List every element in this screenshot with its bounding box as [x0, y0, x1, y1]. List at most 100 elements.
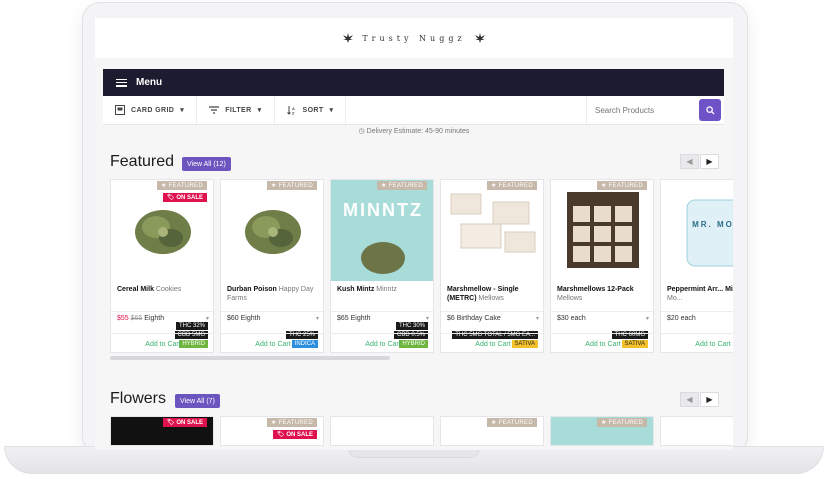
flowers-view-all-button[interactable]: View All (7) — [175, 394, 220, 408]
product-image[interactable] — [221, 180, 323, 281]
toolbar: CARD GRID ▾ FILTER ▾ AZ SORT ▾ — [103, 96, 724, 125]
star-icon: ★ — [271, 183, 279, 189]
product-card[interactable] — [330, 416, 434, 446]
prev-arrow-button[interactable]: ◀ — [680, 392, 699, 407]
next-arrow-button[interactable]: ▶ — [700, 392, 719, 407]
product-card[interactable]: 🏷 ON SALE — [110, 416, 214, 446]
product-card[interactable]: ★ FEATURED — [550, 416, 654, 446]
star-icon: ★ — [271, 420, 279, 426]
chevron-down-icon: ▾ — [180, 107, 185, 114]
product-card[interactable] — [660, 416, 733, 446]
add-to-cart-button[interactable]: Add to Cart — [221, 333, 323, 352]
unit-label: Birthday Cake — [456, 315, 501, 322]
site-logo[interactable]: Trusty Nuggz — [362, 34, 465, 43]
featured-badge: ★ FEATURED — [487, 418, 537, 427]
chevron-down-icon[interactable]: ▾ — [316, 315, 319, 322]
menu-bar[interactable]: Menu — [103, 69, 724, 96]
chevron-down-icon: ▾ — [257, 107, 262, 114]
price-group: $60 Eighth — [227, 315, 261, 322]
add-to-cart-button[interactable]: Add to Cart — [331, 333, 433, 352]
product-card[interactable]: ★ FEATURED THC 5MG TOTAL / 5MG EA... SATIV… — [440, 179, 544, 353]
prev-arrow-button[interactable]: ◀ — [680, 154, 699, 169]
unit-label: Eighth — [350, 315, 371, 322]
chevron-down-icon[interactable]: ▾ — [536, 315, 539, 322]
product-card[interactable]: ★ FEATURED THC 25% INDICA Durban Poison Hap… — [220, 179, 324, 353]
product-brand: Cookies — [155, 286, 182, 293]
star-icon: ★ — [161, 183, 169, 189]
chevron-down-icon: ▾ — [329, 107, 334, 114]
unit-label: each — [570, 315, 586, 322]
price: $30 — [557, 315, 569, 322]
price-selector[interactable]: $65 Eighth ▾ — [337, 315, 429, 322]
card-divider — [111, 311, 213, 312]
product-name[interactable]: Kush Mintz Minntz — [337, 285, 431, 294]
cannabis-leaf-icon — [474, 33, 485, 43]
hamburger-icon[interactable] — [116, 78, 127, 87]
featured-badge-label: FEATURED — [168, 183, 203, 189]
price-group: $55 $65 Eighth — [117, 315, 164, 322]
featured-view-all-button[interactable]: View All (12) — [182, 157, 231, 171]
star-icon: ★ — [491, 183, 499, 189]
product-name[interactable]: Durban Poison Happy Day Farms — [227, 285, 321, 303]
product-image[interactable] — [441, 180, 543, 281]
product-card[interactable]: ★ FEATURED — [440, 416, 544, 446]
featured-badge: ★ FEATURED — [157, 181, 207, 190]
product-name[interactable]: Peppermint Arr... Mints Mr. Mo... — [667, 285, 733, 303]
menu-label[interactable]: Menu — [136, 77, 162, 88]
filter-label: FILTER — [225, 106, 252, 114]
price-selector[interactable]: $6 Birthday Cake ▾ — [447, 315, 539, 322]
search-box — [586, 96, 724, 124]
product-card[interactable]: ★ FEATURED 🏷 ON SALE THC 32% CBD 5MG HYBRID C… — [110, 179, 214, 353]
filter-icon — [209, 106, 220, 114]
card-divider — [331, 311, 433, 312]
brand-logo-image: MR. MO — [692, 220, 733, 229]
unit-label: Eighth — [240, 315, 261, 322]
star-icon: ★ — [491, 420, 499, 426]
featured-badge: ★ FEATURED — [267, 418, 317, 427]
product-title[interactable]: Marshmellows 12-Pack — [557, 286, 634, 293]
potency-chip: THC 30% — [395, 322, 428, 330]
price: $6 — [447, 315, 455, 322]
product-title[interactable]: Kush Mintz — [337, 286, 374, 293]
price-selector[interactable]: $55 $65 Eighth ▾ — [117, 315, 209, 322]
add-to-cart-button[interactable]: Add to Cart — [551, 333, 653, 352]
unit-label: Eighth — [144, 315, 165, 322]
chevron-down-icon[interactable]: ▾ — [646, 315, 649, 322]
search-button[interactable] — [699, 99, 721, 121]
filter-dropdown[interactable]: FILTER ▾ — [197, 96, 275, 124]
product-card[interactable]: ★ FEATURED THC 60MG SATIVA Marshmellows 12-… — [550, 179, 654, 353]
chevron-down-icon[interactable]: ▾ — [426, 315, 429, 322]
product-title[interactable]: Cereal Milk — [117, 286, 154, 293]
product-card[interactable]: MINNTZ ★ FEATURED THC 30% CBD 0.5% HYBRID Kus… — [330, 179, 434, 353]
product-image[interactable] — [551, 180, 653, 281]
price-selector[interactable]: $30 each ▾ — [557, 315, 649, 322]
on-sale-badge: 🏷 ON SALE — [163, 418, 207, 427]
product-card[interactable]: ★ FEATURED 🏷 ON SALE — [220, 416, 324, 446]
product-title[interactable]: Peppermint Arr... Mints — [667, 286, 733, 293]
product-card[interactable]: MR. MO Peppermint Arr... Mints Mr. Mo... $… — [660, 179, 733, 353]
product-name[interactable]: Cereal Milk Cookies — [117, 285, 211, 294]
original-price: $65 — [130, 315, 143, 322]
sort-label: SORT — [302, 106, 324, 114]
sort-dropdown[interactable]: AZ SORT ▾ — [275, 96, 347, 124]
add-to-cart-button[interactable]: Add to Cart — [111, 333, 213, 352]
price: $20 — [667, 315, 679, 322]
flowers-carousel-arrows: ◀ ▶ — [680, 392, 719, 407]
search-input[interactable] — [587, 99, 699, 121]
cannabis-leaf-icon — [343, 33, 354, 43]
product-title[interactable]: Durban Poison — [227, 286, 277, 293]
add-to-cart-button[interactable]: Add to Cart — [661, 333, 733, 352]
carousel-scrollbar[interactable] — [110, 356, 390, 360]
add-to-cart-button[interactable]: Add to Cart — [441, 333, 543, 352]
product-name[interactable]: Marshmellow - Single (METRC) Mellows — [447, 285, 541, 303]
featured-badge: ★ FEATURED — [267, 181, 317, 190]
next-arrow-button[interactable]: ▶ — [700, 154, 719, 169]
price-selector[interactable]: $60 Eighth ▾ — [227, 315, 319, 322]
product-image[interactable]: MINNTZ — [331, 180, 433, 281]
view-mode-dropdown[interactable]: CARD GRID ▾ — [103, 96, 198, 124]
price-selector[interactable]: $20 each▾ — [667, 315, 733, 322]
chevron-down-icon[interactable]: ▾ — [206, 315, 209, 322]
star-icon: ★ — [601, 183, 609, 189]
product-image[interactable]: MR. MO — [661, 180, 733, 281]
product-name[interactable]: Marshmellows 12-Pack Mellows — [557, 285, 651, 303]
